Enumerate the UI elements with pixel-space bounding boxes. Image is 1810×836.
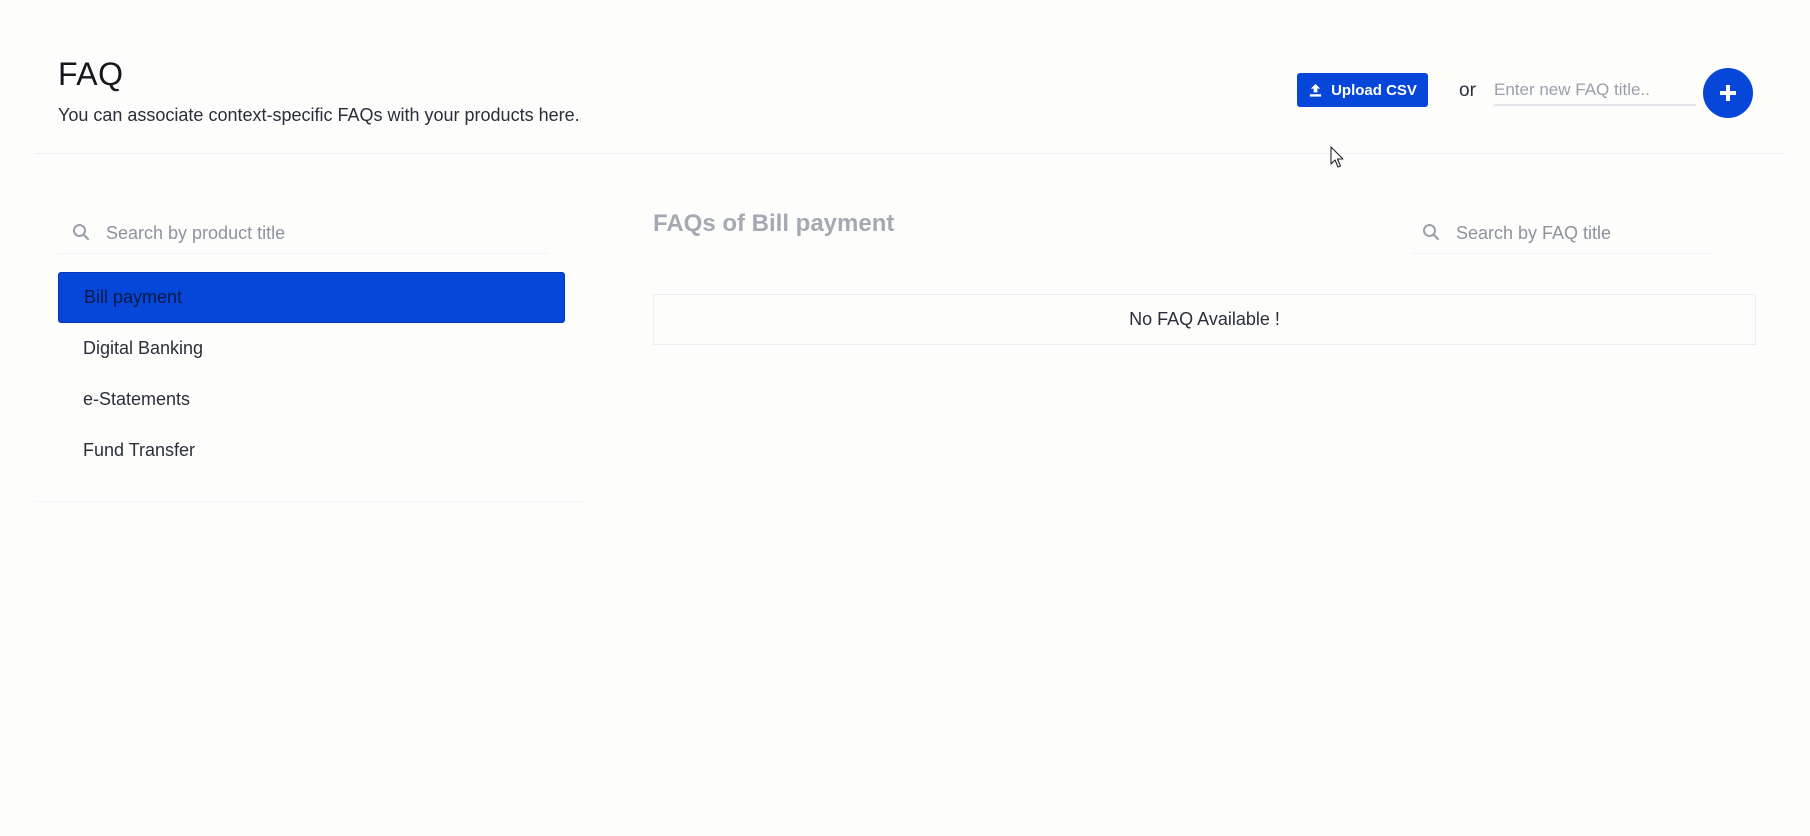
page-subtitle: You can associate context-specific FAQs … [58, 105, 580, 125]
product-item-digital-banking[interactable]: Digital Banking [58, 323, 565, 374]
faq-page: FAQ You can associate context-specific F… [0, 0, 1810, 836]
search-icon [73, 224, 90, 241]
header-divider [35, 153, 1785, 154]
product-search [58, 213, 548, 254]
add-faq-button[interactable] [1703, 68, 1753, 118]
left-panel-divider [35, 501, 583, 502]
upload-csv-button[interactable]: Upload CSV [1297, 73, 1428, 107]
mouse-cursor-icon [1330, 146, 1344, 168]
product-list: Bill payment Digital Banking e-Statement… [58, 272, 565, 476]
faq-section-heading: FAQs of Bill payment [653, 210, 895, 237]
product-item-bill-payment[interactable]: Bill payment [58, 272, 565, 323]
faq-search-input[interactable] [1456, 219, 1696, 247]
upload-icon [1309, 83, 1322, 97]
plus-icon [1720, 85, 1736, 101]
search-icon [1423, 224, 1440, 241]
faq-search [1412, 213, 1712, 254]
empty-faq-message: No FAQ Available ! [653, 294, 1756, 345]
product-search-input[interactable] [106, 219, 526, 247]
page-title: FAQ [58, 56, 124, 92]
product-item-e-statements[interactable]: e-Statements [58, 374, 565, 425]
upload-csv-label: Upload CSV [1331, 81, 1417, 99]
product-item-fund-transfer[interactable]: Fund Transfer [58, 425, 565, 476]
new-faq-title-input[interactable] [1494, 76, 1696, 106]
or-text: or [1459, 80, 1476, 101]
